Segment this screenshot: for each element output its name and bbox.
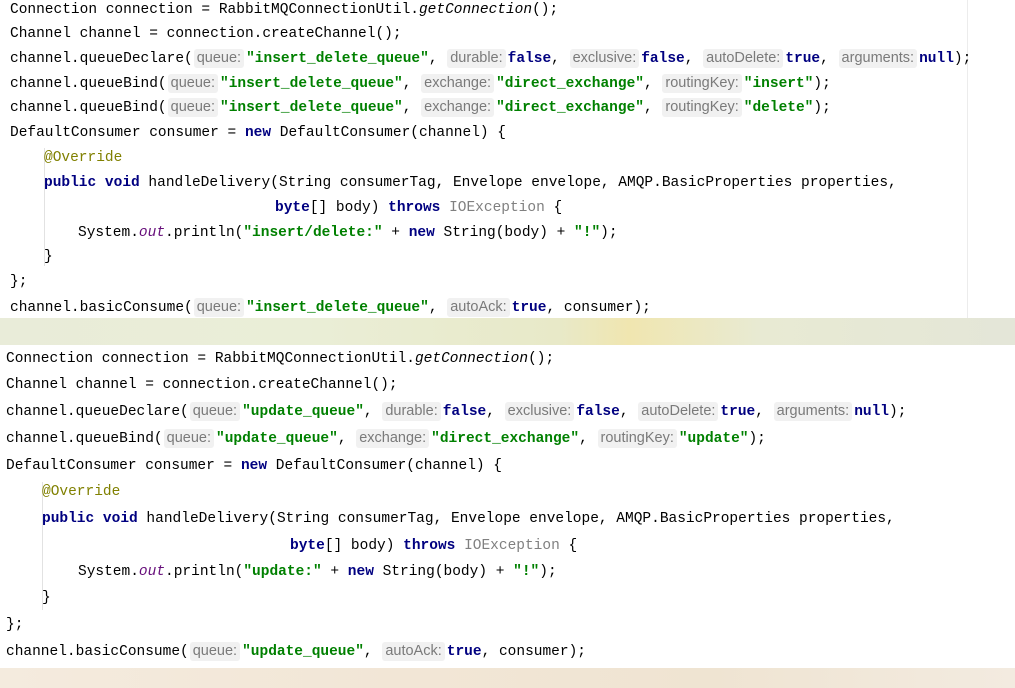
code-line-queue-declare[interactable]: channel.queueDeclare(queue: "insert_delet… (10, 49, 971, 69)
param-hint-exchange: exchange: (421, 74, 495, 93)
param-hint-queue: queue: (189, 642, 241, 661)
code-line-basic-consume[interactable]: channel.basicConsume(queue: "insert_delet… (10, 298, 651, 318)
code-line-get-connection[interactable]: Connection connection = RabbitMQConnecti… (6, 349, 554, 369)
code-line-queue-declare[interactable]: channel.queueDeclare(queue: "update_queue… (6, 402, 906, 422)
code-line-create-channel[interactable]: Channel channel = connection.createChann… (6, 375, 398, 395)
param-hint-exchange: exchange: (421, 98, 495, 117)
code-line-get-connection[interactable]: Connection connection = RabbitMQConnecti… (10, 0, 558, 20)
code-line-println[interactable]: System.out.println("insert/delete:" + ne… (78, 223, 618, 243)
param-hint-queue: queue: (167, 98, 218, 117)
code-line-queue-bind-insert[interactable]: channel.queueBind(queue: "insert_delete_q… (10, 74, 831, 94)
code-line-handle-delivery[interactable]: public void handleDelivery(String consum… (42, 509, 895, 529)
param-hint-queue: queue: (163, 429, 214, 448)
code-line-consumer-decl[interactable]: DefaultConsumer consumer = new DefaultCo… (6, 456, 502, 476)
code-line-create-channel[interactable]: Channel channel = connection.createChann… (10, 24, 402, 44)
param-hint-queue: queue: (189, 402, 241, 421)
param-hint-autodelete: autoDelete: (638, 402, 719, 421)
param-hint-autoack: autoAck: (447, 298, 510, 317)
code-line-consumer-decl[interactable]: DefaultConsumer consumer = new DefaultCo… (10, 123, 506, 143)
param-hint-routingkey: routingKey: (662, 74, 742, 93)
code-line-close-method[interactable]: } (44, 247, 53, 267)
param-hint-autoack: autoAck: (382, 642, 445, 661)
param-hint-exclusive: exclusive: (569, 49, 640, 68)
param-hint-queue: queue: (193, 298, 245, 317)
background-strip (0, 318, 1015, 345)
code-line-basic-consume[interactable]: channel.basicConsume(queue: "update_queue… (6, 642, 586, 662)
code-line-override[interactable]: @Override (44, 148, 122, 168)
code-line-close-class[interactable]: }; (6, 615, 23, 635)
param-hint-exchange: exchange: (356, 429, 430, 448)
param-hint-arguments: arguments: (773, 402, 853, 421)
param-hint-queue: queue: (167, 74, 218, 93)
background-strip (0, 668, 1015, 688)
param-hint-autodelete: autoDelete: (703, 49, 784, 68)
code-line-queue-bind-delete[interactable]: channel.queueBind(queue: "insert_delete_q… (10, 98, 831, 118)
code-line-handle-delivery-cont[interactable]: byte[] body) throws IOException { (275, 198, 562, 218)
code-panel-insert-delete: Connection connection = RabbitMQConnecti… (0, 0, 1015, 318)
code-panel-update: Connection connection = RabbitMQConnecti… (0, 345, 1015, 668)
code-line-handle-delivery-cont[interactable]: byte[] body) throws IOException { (290, 536, 577, 556)
code-line-queue-bind-update[interactable]: channel.queueBind(queue: "update_queue", … (6, 429, 766, 449)
param-hint-durable: durable: (382, 402, 441, 421)
param-hint-durable: durable: (447, 49, 506, 68)
code-line-close-class[interactable]: }; (10, 272, 27, 292)
param-hint-routingkey: routingKey: (597, 429, 677, 448)
code-line-println[interactable]: System.out.println("update:" + new Strin… (78, 562, 557, 582)
code-line-override[interactable]: @Override (42, 482, 120, 502)
param-hint-queue: queue: (193, 49, 245, 68)
param-hint-exclusive: exclusive: (504, 402, 575, 421)
right-margin-guide (967, 0, 968, 318)
code-line-handle-delivery[interactable]: public void handleDelivery(String consum… (44, 173, 897, 193)
param-hint-routingkey: routingKey: (662, 98, 742, 117)
param-hint-arguments: arguments: (838, 49, 918, 68)
code-line-close-method[interactable]: } (42, 588, 51, 608)
